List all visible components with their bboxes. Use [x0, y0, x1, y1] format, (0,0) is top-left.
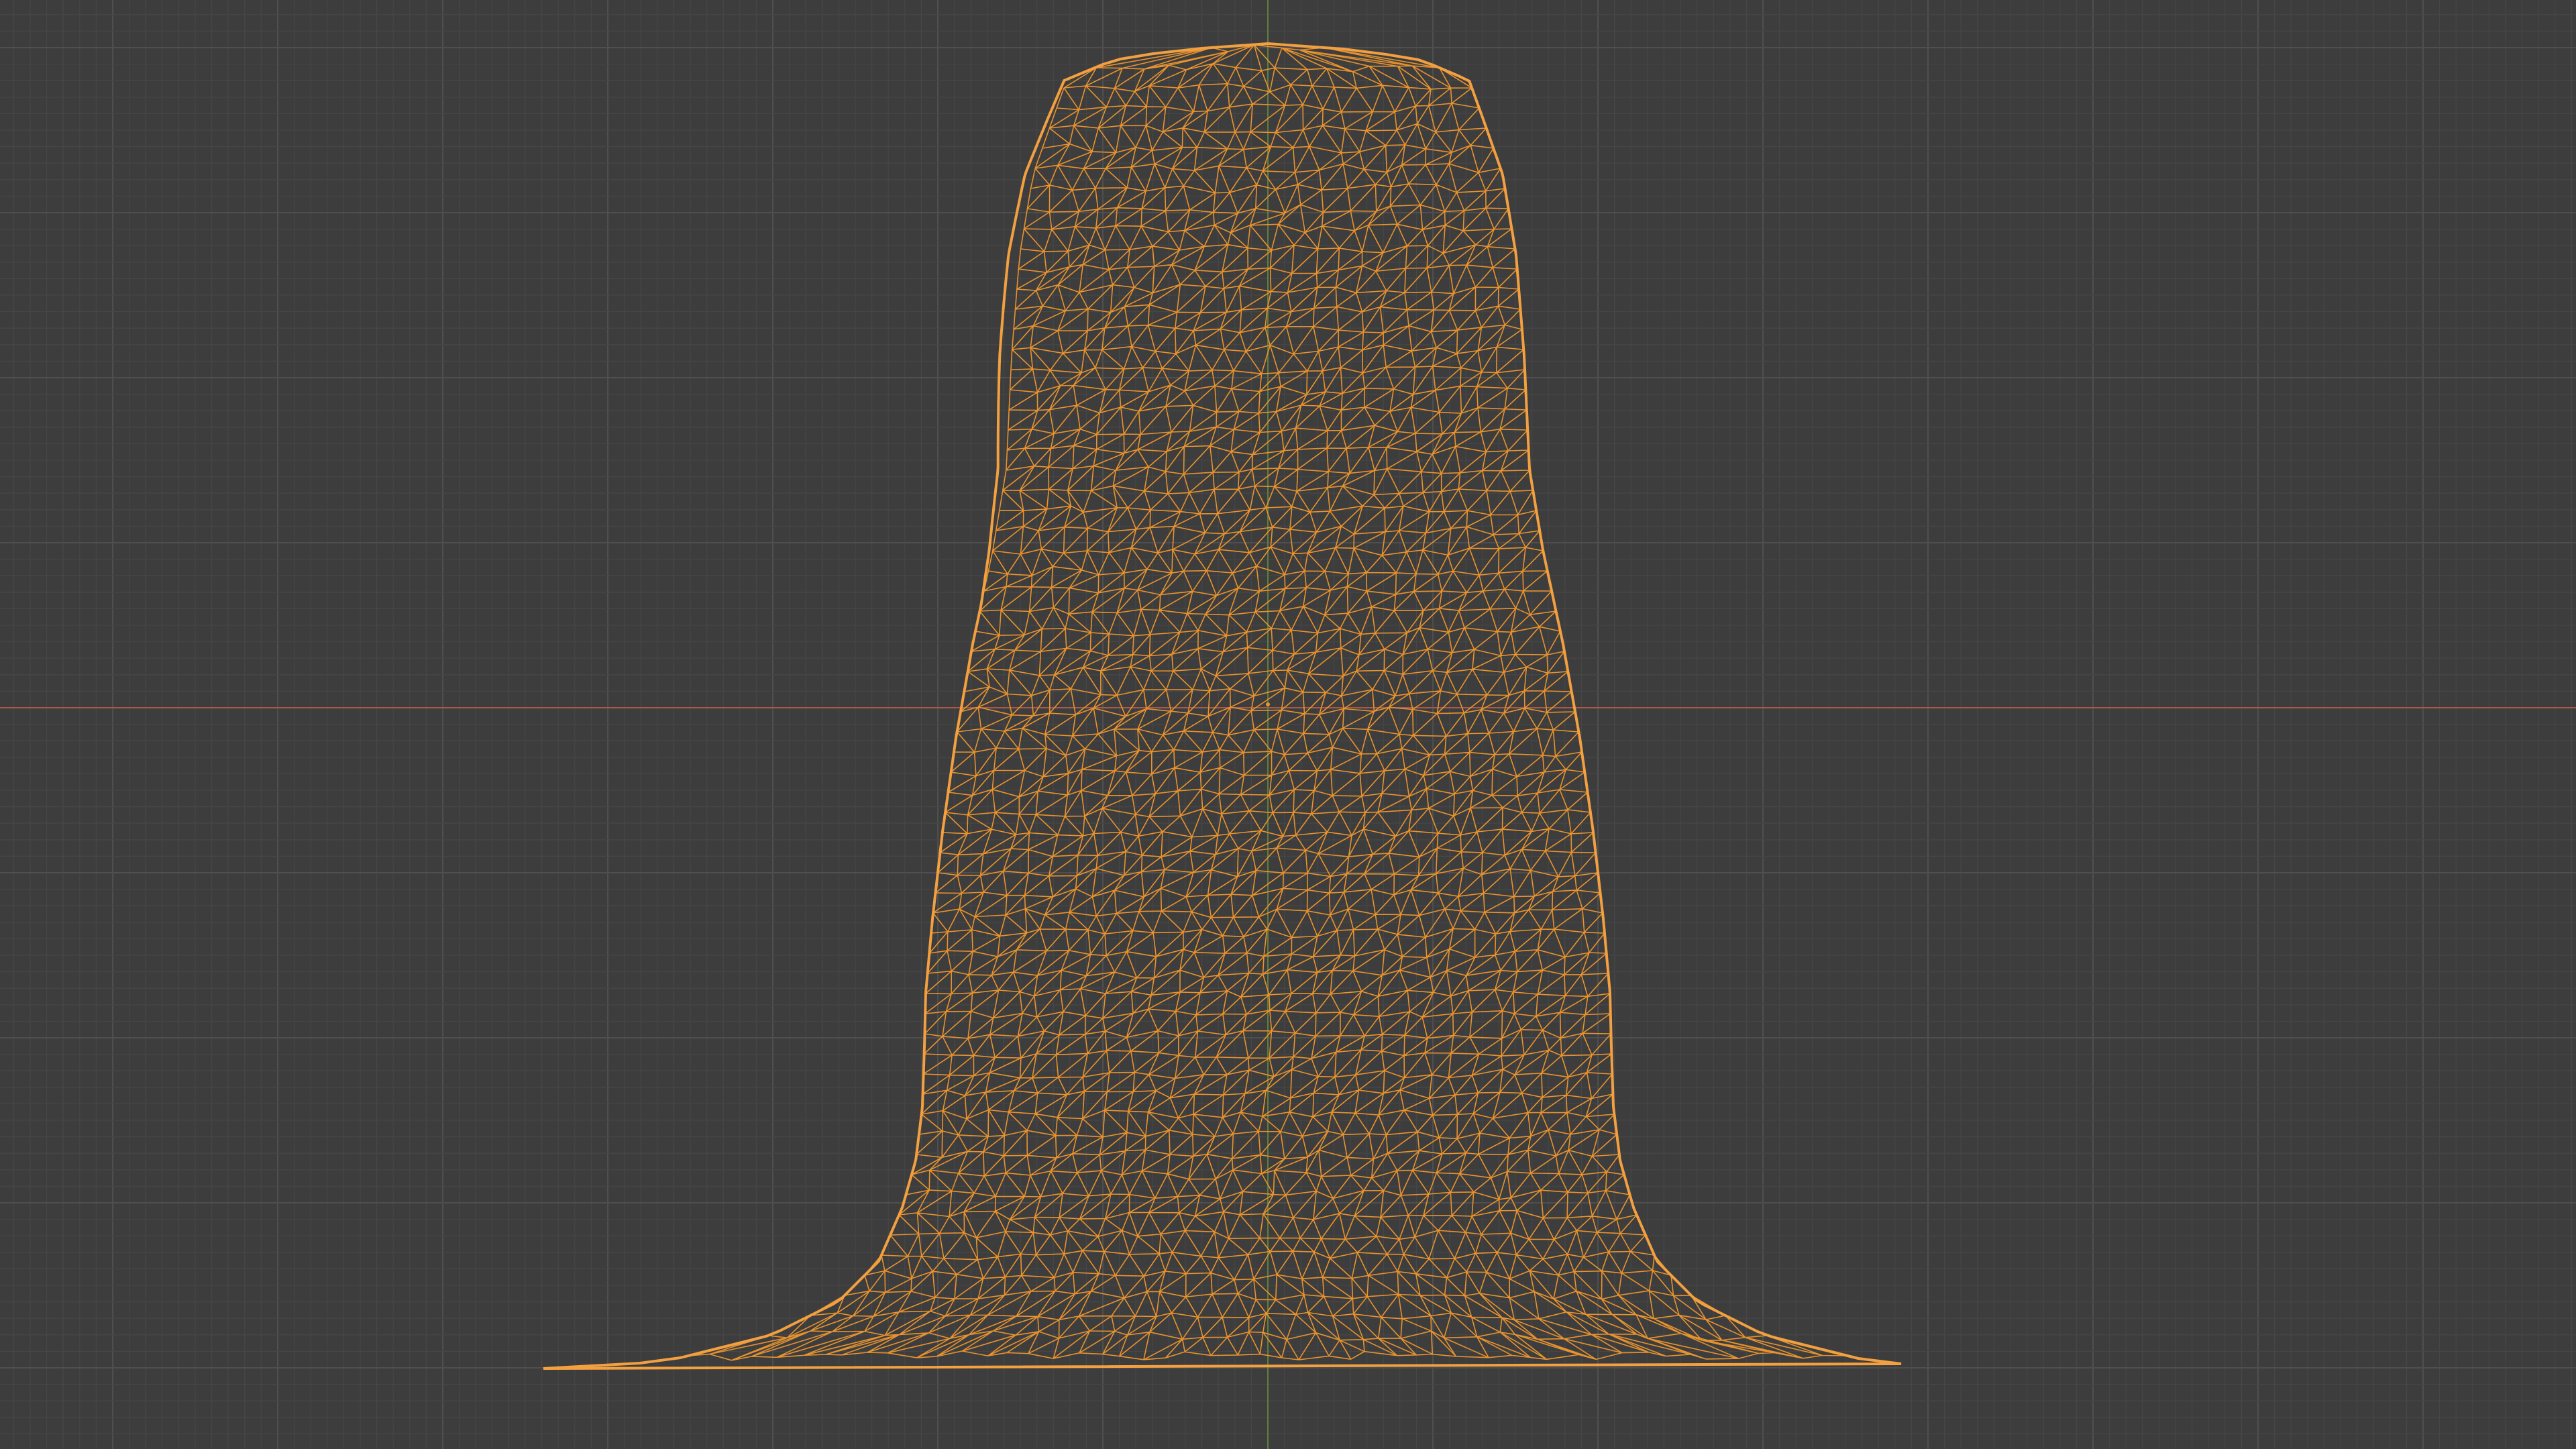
- head-wireframe-mesh[interactable]: [0, 0, 2576, 1449]
- 3d-viewport[interactable]: [0, 0, 2576, 1449]
- object-origin-dot[interactable]: [1266, 702, 1270, 706]
- mesh-silhouette: [543, 42, 1902, 1370]
